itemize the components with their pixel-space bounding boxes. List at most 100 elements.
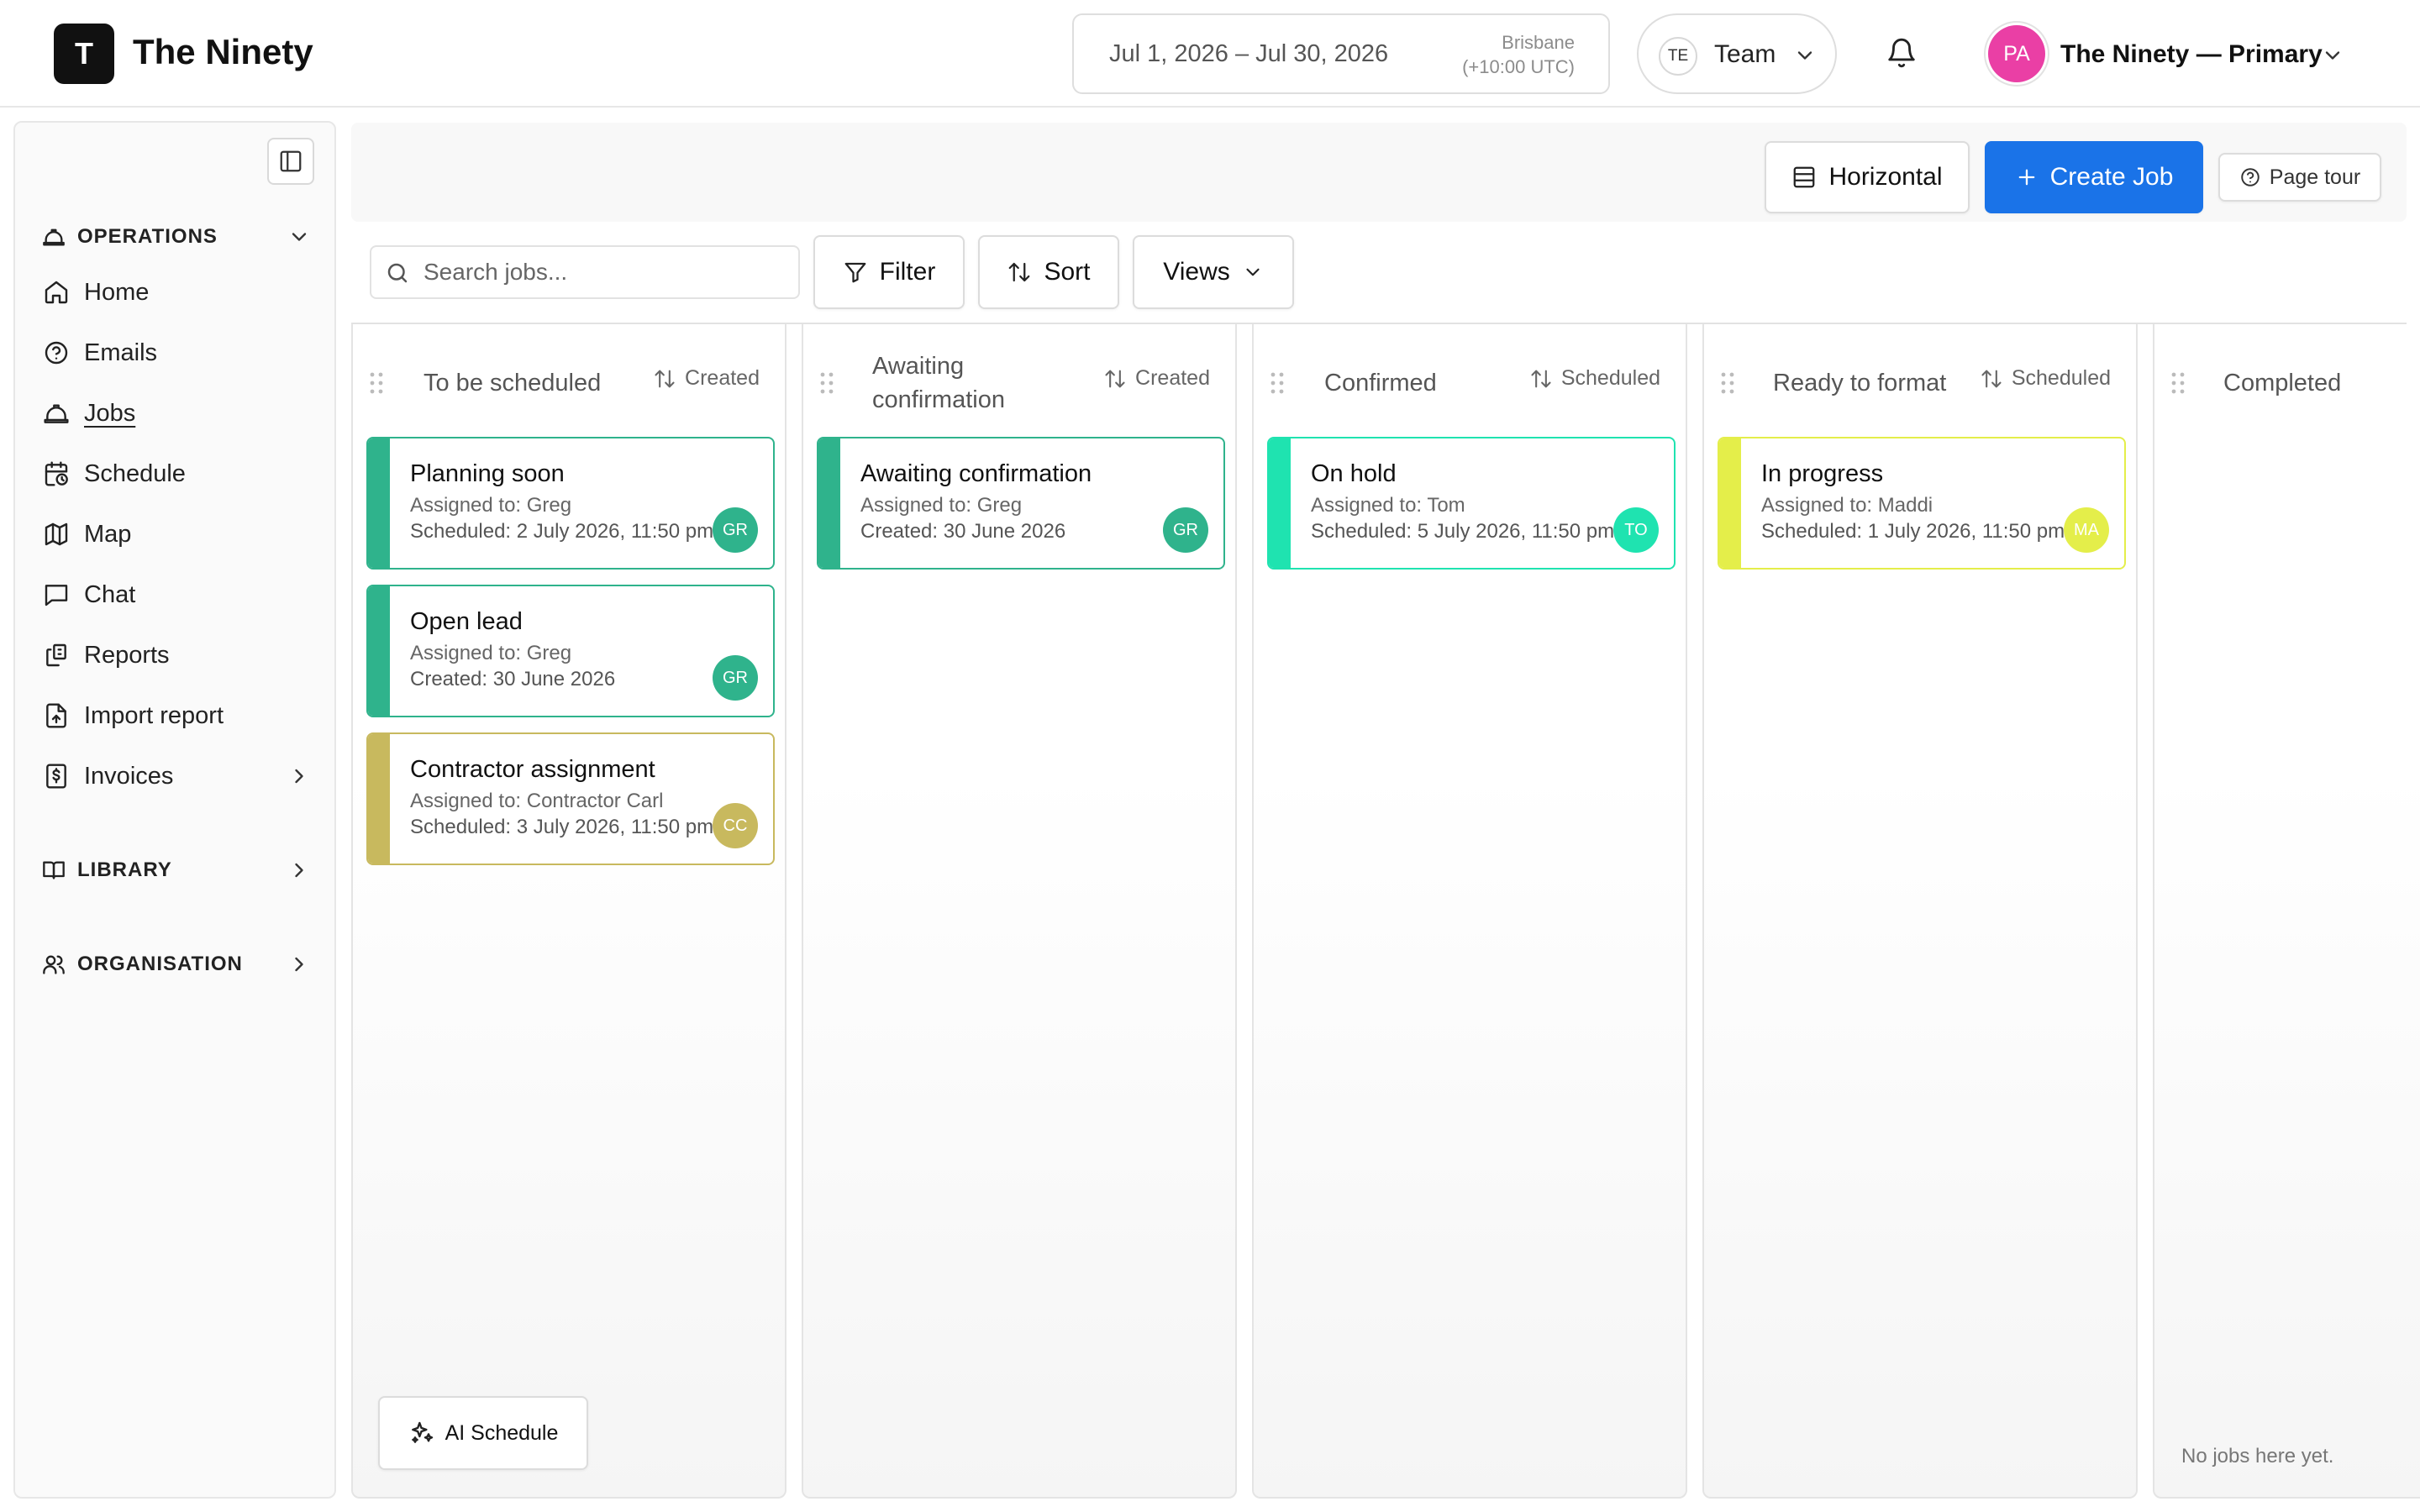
section-library-label: LIBRARY (77, 858, 172, 881)
section-library[interactable]: LIBRARY (42, 853, 311, 887)
column-sort-toggle[interactable]: Scheduled (1529, 366, 1660, 391)
column-sort-toggle[interactable]: Created (1103, 366, 1210, 391)
card-status-strip (1719, 438, 1741, 568)
sidebar-item-map[interactable]: Map (42, 514, 311, 554)
chevron-down-icon (1242, 261, 1264, 283)
timezone-label: Brisbane (+10:00 UTC) (1462, 30, 1575, 79)
account-selector[interactable]: PA The Ninety — Primary (1988, 25, 2375, 82)
job-card-on-hold[interactable]: On hold Assigned to: Tom Scheduled: 5 Ju… (1267, 437, 1676, 570)
card-assignee: Assigned to: Greg (410, 642, 572, 664)
create-job-button[interactable]: Create Job (1985, 141, 2203, 213)
drag-handle-icon[interactable] (818, 371, 835, 395)
sort-arrows-icon (653, 367, 676, 391)
assignee-avatar: GR (713, 507, 758, 553)
section-operations-label: OPERATIONS (77, 225, 218, 248)
search-field[interactable] (370, 245, 800, 299)
drag-handle-icon[interactable] (1269, 371, 1286, 395)
rows-icon (1791, 165, 1817, 190)
sidebar-toggle-icon (278, 149, 303, 174)
card-date: Scheduled: 3 July 2026, 11:50 pm (410, 816, 714, 838)
section-operations[interactable]: OPERATIONS (42, 220, 311, 254)
chevron-down-icon (1793, 44, 1817, 67)
job-card-planning-soon[interactable]: Planning soon Assigned to: Greg Schedule… (366, 437, 775, 570)
column-title: Confirmed (1324, 370, 1437, 396)
invoice-icon (42, 763, 71, 790)
column-sort-label: Created (685, 366, 760, 390)
sort-button[interactable]: Sort (978, 235, 1119, 309)
chevron-down-icon (287, 225, 311, 249)
account-avatar: PA (1988, 25, 2045, 82)
page-tour-button[interactable]: Page tour (2218, 153, 2381, 202)
card-date: Scheduled: 5 July 2026, 11:50 pm (1311, 520, 1615, 543)
team-label: Team (1714, 40, 1776, 68)
sidebar-item-home[interactable]: Home (42, 272, 311, 312)
column-sort-toggle[interactable]: Scheduled (1980, 366, 2111, 391)
bell-icon[interactable] (1886, 37, 1918, 69)
calendar-clock-icon (42, 460, 71, 487)
sidebar-item-chat[interactable]: Chat (42, 575, 311, 615)
sort-label: Sort (1044, 258, 1091, 286)
card-assignee: Assigned to: Tom (1311, 494, 1465, 517)
sidebar-item-schedule[interactable]: Schedule (42, 454, 311, 494)
job-card-awaiting-confirmation[interactable]: Awaiting confirmation Assigned to: Greg … (817, 437, 1225, 570)
date-range-text: Jul 1, 2026 – Jul 30, 2026 (1109, 40, 1389, 67)
drag-handle-icon[interactable] (1719, 371, 1736, 395)
filter-button[interactable]: Filter (813, 235, 965, 309)
card-status-strip (368, 734, 390, 864)
drag-handle-icon[interactable] (2170, 371, 2186, 395)
card-assignee: Assigned to: Contractor Carl (410, 790, 664, 812)
card-title: Open lead (410, 608, 523, 635)
kanban-column-awaiting-confirmation: Awaiting confirmation Created Awaiting c… (802, 324, 1237, 1499)
job-card-open-lead[interactable]: Open lead Assigned to: Greg Created: 30 … (366, 585, 775, 717)
card-assignee: Assigned to: Maddi (1761, 494, 1933, 517)
date-range-picker[interactable]: Jul 1, 2026 – Jul 30, 2026 Brisbane (+10… (1072, 13, 1610, 94)
horizontal-view-label: Horizontal (1828, 163, 1943, 191)
reports-icon (42, 642, 71, 669)
app-logo[interactable]: T (54, 24, 114, 84)
search-input[interactable] (424, 254, 785, 291)
assignee-avatar: CC (713, 803, 758, 848)
column-sort-toggle[interactable]: Created (653, 366, 760, 391)
chevron-right-icon (287, 858, 311, 882)
sort-arrows-icon (1980, 367, 2003, 391)
sidebar-item-reports[interactable]: Reports (42, 635, 311, 675)
ai-schedule-button[interactable]: AI Schedule (378, 1396, 588, 1470)
card-title: In progress (1761, 460, 1884, 487)
views-dropdown[interactable]: Views (1133, 235, 1294, 309)
book-icon (42, 858, 66, 882)
sidebar-item-import-report[interactable]: Import report (42, 696, 311, 736)
sidebar-item-label: Schedule (84, 459, 186, 487)
assignee-avatar: TO (1613, 507, 1659, 553)
create-job-label: Create Job (2049, 163, 2174, 191)
card-date: Created: 30 June 2026 (860, 520, 1066, 543)
drag-handle-icon[interactable] (368, 371, 385, 395)
section-organisation[interactable]: ORGANISATION (42, 948, 311, 981)
horizontal-view-button[interactable]: Horizontal (1765, 141, 1970, 213)
top-header: T The Ninety Jul 1, 2026 – Jul 30, 2026 … (0, 0, 2420, 108)
sidebar-item-emails[interactable]: Emails (42, 333, 311, 373)
sidebar: OPERATIONS Home Emails Jobs Schedule Map (13, 121, 336, 1499)
team-selector[interactable]: TE Team (1637, 13, 1837, 94)
card-title: On hold (1311, 460, 1397, 487)
sidebar-item-label: Jobs (84, 399, 136, 427)
chevron-right-icon (287, 764, 311, 788)
card-title: Planning soon (410, 460, 565, 487)
job-card-in-progress[interactable]: In progress Assigned to: Maddi Scheduled… (1718, 437, 2126, 570)
filter-label: Filter (879, 258, 936, 286)
sidebar-item-label: Emails (84, 339, 158, 366)
assignee-avatar: GR (1163, 507, 1208, 553)
users-icon (42, 953, 66, 976)
sidebar-collapse-button[interactable] (267, 138, 314, 185)
sidebar-item-jobs[interactable]: Jobs (42, 393, 311, 433)
sidebar-item-invoices[interactable]: Invoices (42, 756, 311, 796)
map-icon (42, 521, 71, 548)
column-title: To be scheduled (424, 370, 602, 396)
kanban-column-completed: Completed No jobs here yet. (2153, 324, 2420, 1499)
search-icon (385, 260, 410, 286)
card-title: Contractor assignment (410, 756, 655, 783)
assignee-avatar: GR (713, 655, 758, 701)
card-date: Scheduled: 1 July 2026, 11:50 pm (1761, 520, 2065, 543)
job-card-contractor-assignment[interactable]: Contractor assignment Assigned to: Contr… (366, 732, 775, 865)
column-title: Ready to format (1773, 370, 1947, 396)
kanban-column-confirmed: Confirmed Scheduled On hold Assigned to:… (1252, 324, 1687, 1499)
